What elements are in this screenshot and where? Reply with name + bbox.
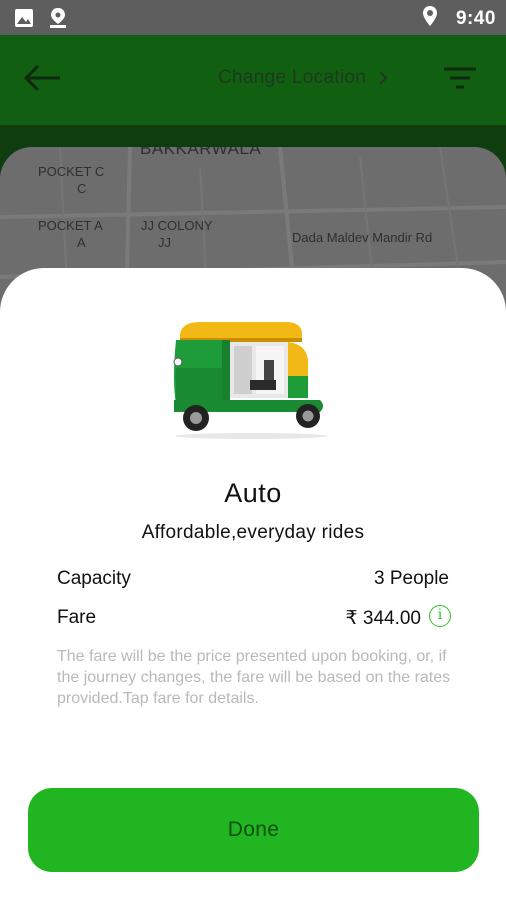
ride-details-sheet: Auto Affordable,everyday rides Capacity … (0, 268, 506, 900)
capacity-row: Capacity 3 People (57, 568, 449, 594)
map-label: JJ (158, 235, 171, 250)
capacity-label: Capacity (57, 568, 131, 589)
location-pin-icon (422, 5, 438, 32)
fare-note: The fare will be the price presented upo… (57, 648, 451, 707)
status-bar: 9:40 (0, 0, 506, 35)
image-icon (14, 8, 34, 33)
map-label: POCKET A (38, 218, 103, 233)
fare-label: Fare (57, 607, 97, 628)
vehicle-name: Auto (224, 478, 282, 508)
screen: 9:40 Change Location BAKKARWALA POCKET C… (0, 0, 506, 900)
filter-button[interactable] (442, 63, 478, 93)
location-app-icon (48, 7, 68, 34)
capacity-value: 3 People (373, 568, 449, 589)
filter-icon (444, 67, 476, 89)
vehicle-tagline: Affordable,everyday rides (141, 522, 365, 543)
arrow-left-icon (23, 64, 60, 92)
map-label: C (77, 181, 87, 196)
map-label: POCKET C (38, 164, 105, 179)
auto-rickshaw-image (173, 322, 327, 439)
map-label: JJ COLONY (141, 218, 213, 233)
status-time: 9:40 (455, 7, 496, 29)
chevron-right-icon (379, 71, 388, 85)
map-label: Dada Maldev Mandir Rd (292, 230, 433, 245)
fare-row[interactable]: Fare ₹ 344.00 (57, 607, 421, 633)
map-label: BAKKARWALA (140, 147, 262, 158)
change-location-label: Change Location (218, 67, 367, 88)
fare-value[interactable]: ₹ 344.00 (346, 607, 421, 630)
change-location-button[interactable]: Change Location (218, 67, 388, 89)
info-icon[interactable]: i (429, 605, 451, 627)
back-button[interactable] (22, 63, 64, 93)
map-label: A (77, 235, 86, 250)
app-bar: Change Location (0, 35, 506, 125)
done-button[interactable]: Done (28, 788, 479, 872)
